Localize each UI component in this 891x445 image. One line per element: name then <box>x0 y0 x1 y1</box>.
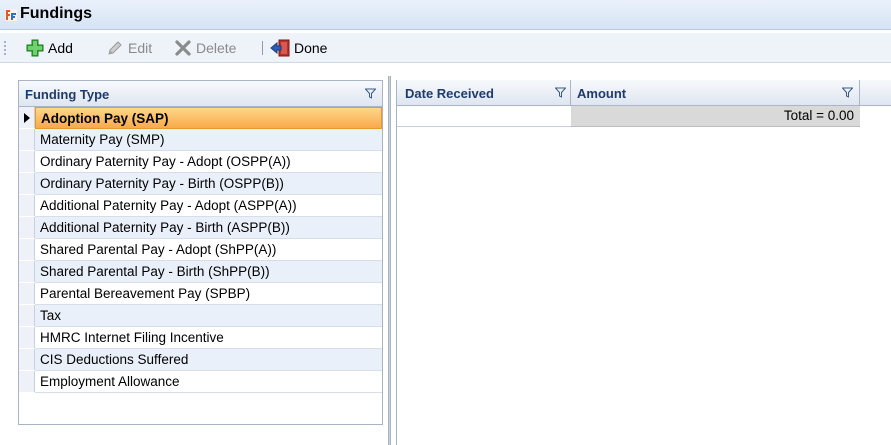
funding-type-row[interactable]: Shared Parental Pay - Birth (ShPP(B)) <box>19 261 382 283</box>
edit-button[interactable]: Edit <box>106 38 152 58</box>
funding-type-cell[interactable]: Tax <box>35 305 382 327</box>
funding-type-row[interactable]: Ordinary Paternity Pay - Adopt (OSPP(A)) <box>19 151 382 173</box>
row-indicator[interactable] <box>19 327 35 348</box>
funding-type-header-label: Funding Type <box>25 87 110 102</box>
done-exit-icon <box>270 39 290 57</box>
funding-detail-grid: Date Received Amount Total = 0.00 <box>396 80 891 445</box>
row-indicator[interactable] <box>19 283 35 304</box>
fundings-app-icon <box>5 9 17 21</box>
amount-header-label: Amount <box>577 86 627 101</box>
row-indicator[interactable] <box>19 371 35 392</box>
edit-button-label: Edit <box>128 40 153 56</box>
funding-type-row[interactable]: Additional Paternity Pay - Adopt (ASPP(A… <box>19 195 382 217</box>
funding-type-cell[interactable]: Ordinary Paternity Pay - Adopt (OSPP(A)) <box>35 151 382 173</box>
funding-type-row[interactable]: Tax <box>19 305 382 327</box>
row-indicator[interactable] <box>19 151 35 172</box>
add-button[interactable]: Add <box>26 38 73 58</box>
funding-type-cell[interactable]: Shared Parental Pay - Birth (ShPP(B)) <box>35 261 382 283</box>
add-icon <box>26 39 44 57</box>
funding-type-cell[interactable]: Ordinary Paternity Pay - Birth (OSPP(B)) <box>35 173 382 195</box>
funding-type-cell[interactable]: Employment Allowance <box>35 371 382 393</box>
toolbar: Add Edit Delete Done <box>0 33 891 63</box>
row-indicator[interactable] <box>19 239 35 260</box>
funding-type-row[interactable]: Ordinary Paternity Pay - Birth (OSPP(B)) <box>19 173 382 195</box>
funding-type-cell[interactable]: Additional Paternity Pay - Adopt (ASPP(A… <box>35 195 382 217</box>
done-button-label: Done <box>294 40 328 56</box>
funding-type-row[interactable]: HMRC Internet Filing Incentive <box>19 327 382 349</box>
funding-type-cell[interactable]: Parental Bereavement Pay (SPBP) <box>35 283 382 305</box>
funding-type-cell[interactable]: CIS Deductions Suffered <box>35 349 382 371</box>
funding-type-grid: Funding Type Adoption Pay (SAP) Maternity… <box>18 80 383 425</box>
row-indicator[interactable] <box>19 349 35 370</box>
funding-type-row[interactable]: Adoption Pay (SAP) <box>19 107 382 129</box>
delete-icon <box>175 40 191 56</box>
toolbar-grip[interactable] <box>4 41 6 55</box>
panel-splitter[interactable] <box>388 76 391 445</box>
current-row-arrow-icon <box>24 113 30 123</box>
toolbar-separator <box>262 41 263 55</box>
funding-type-row[interactable]: Maternity Pay (SMP) <box>19 129 382 151</box>
filter-icon[interactable] <box>365 88 376 99</box>
funding-type-cell[interactable]: Shared Parental Pay - Adopt (ShPP(A)) <box>35 239 382 261</box>
row-indicator[interactable] <box>19 107 35 128</box>
row-indicator[interactable] <box>19 217 35 238</box>
date-received-header-label: Date Received <box>405 86 494 101</box>
funding-type-row[interactable]: Shared Parental Pay - Adopt (ShPP(A)) <box>19 239 382 261</box>
funding-type-cell[interactable]: Adoption Pay (SAP) <box>35 107 382 129</box>
row-indicator[interactable] <box>19 173 35 194</box>
window-title: Fundings <box>20 5 92 22</box>
date-received-column-header[interactable]: Date Received <box>397 80 571 106</box>
funding-type-column-header[interactable]: Funding Type <box>19 81 382 107</box>
delete-button-label: Delete <box>196 40 237 56</box>
amount-column-header[interactable]: Amount <box>571 80 860 106</box>
funding-type-cell[interactable]: Maternity Pay (SMP) <box>35 129 382 151</box>
done-button[interactable]: Done <box>270 38 327 58</box>
header-filler <box>860 80 891 106</box>
filter-icon[interactable] <box>842 87 853 98</box>
filter-icon[interactable] <box>555 87 566 98</box>
edit-icon <box>108 41 122 55</box>
funding-type-row[interactable]: Parental Bereavement Pay (SPBP) <box>19 283 382 305</box>
date-received-total-cell <box>397 106 571 127</box>
funding-type-cell[interactable]: HMRC Internet Filing Incentive <box>35 327 382 349</box>
row-indicator[interactable] <box>19 129 35 150</box>
window-titlebar: Fundings <box>0 0 891 30</box>
amount-total-cell: Total = 0.00 <box>571 106 860 127</box>
delete-button[interactable]: Delete <box>174 38 236 58</box>
row-indicator[interactable] <box>19 305 35 326</box>
funding-type-cell[interactable]: Additional Paternity Pay - Birth (ASPP(B… <box>35 217 382 239</box>
row-indicator[interactable] <box>19 261 35 282</box>
funding-type-row[interactable]: Employment Allowance <box>19 371 382 393</box>
row-indicator[interactable] <box>19 195 35 216</box>
funding-type-row[interactable]: Additional Paternity Pay - Birth (ASPP(B… <box>19 217 382 239</box>
add-button-label: Add <box>48 40 73 56</box>
funding-type-row[interactable]: CIS Deductions Suffered <box>19 349 382 371</box>
